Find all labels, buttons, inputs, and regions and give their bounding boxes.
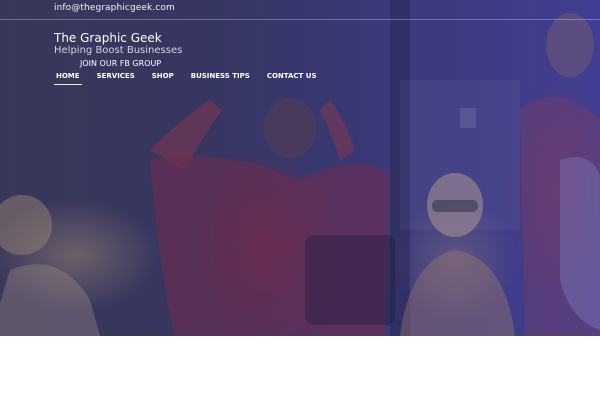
site-tagline: Helping Boost Businesses [54, 45, 183, 56]
nav-item-shop[interactable]: SHOP [150, 71, 176, 84]
nav-item-home[interactable]: HOME [54, 71, 82, 85]
site-title[interactable]: The Graphic Geek [54, 31, 162, 45]
contact-email-link[interactable]: info@thegraphicgeek.com [54, 3, 175, 13]
main-navigation: HOME SERVICES SHOP BUSINESS TIPS CONTACT… [54, 71, 331, 85]
nav-item-services[interactable]: SERVICES [95, 71, 137, 84]
nav-item-business-tips[interactable]: BUSINESS TIPS [189, 71, 252, 84]
nav-item-contact-us[interactable]: CONTACT US [265, 71, 319, 84]
hero-banner: info@thegraphicgeek.com The Graphic Geek… [0, 0, 600, 336]
join-fb-group-link[interactable]: JOIN OUR FB GROUP [80, 59, 161, 68]
topbar-divider [0, 19, 600, 20]
